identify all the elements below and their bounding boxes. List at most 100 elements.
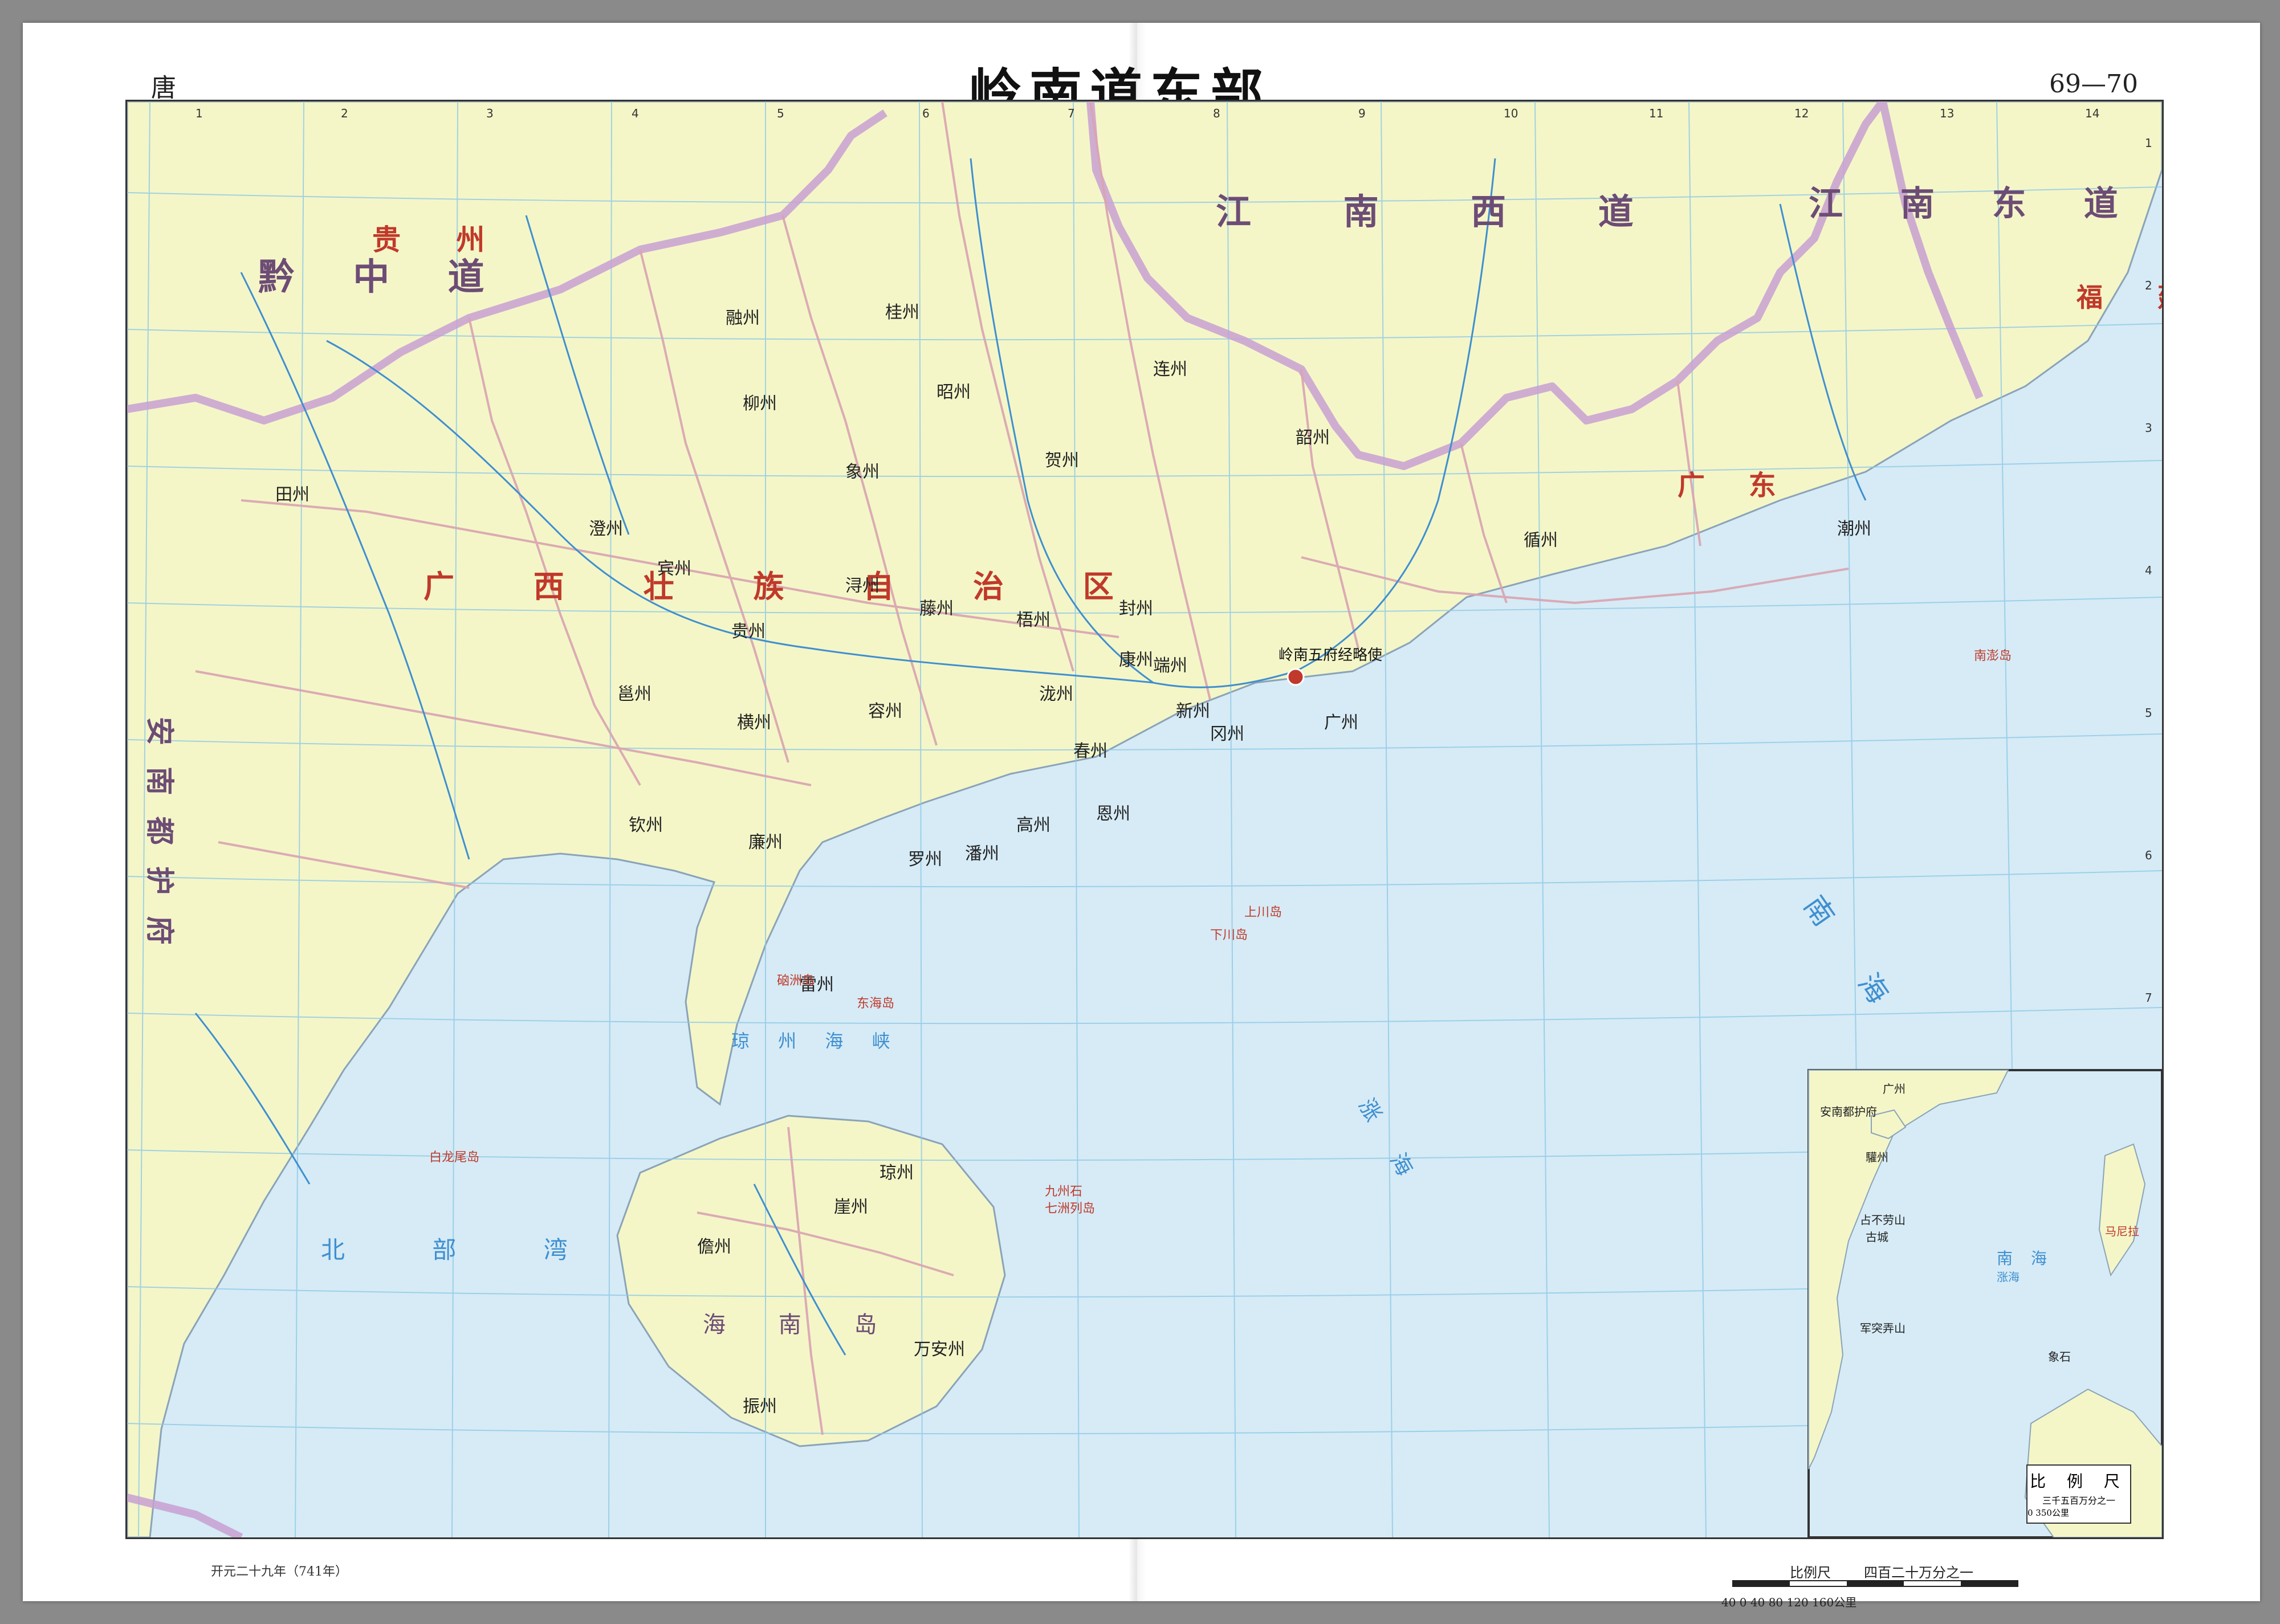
prefecture-gangzhou: 冈州 (1210, 724, 1244, 744)
prefecture-chunzhou: 春州 (1073, 741, 1108, 761)
row-number: 6 (2145, 848, 2152, 862)
sheet-number: 14 (2085, 107, 2099, 120)
prefecture-binzhou: 宾州 (657, 559, 691, 579)
sheet-number: 3 (486, 107, 494, 120)
island-nanpeng: 南澎岛 (1974, 649, 2012, 663)
row-number: 4 (2145, 564, 2152, 577)
prefecture-zhaozhou: 昭州 (937, 382, 971, 402)
prefecture-wananzhou: 万安州 (914, 1340, 965, 1360)
inset-scale-title: 比 例 尺 (2030, 1472, 2128, 1491)
prefecture-chaozhou: 潮州 (1837, 519, 1871, 539)
prefecture-danzhou: 儋州 (697, 1237, 731, 1257)
prefecture-fengzhou: 封州 (1119, 599, 1153, 619)
region-annam: 安 南 都 护 府 (143, 717, 176, 950)
sheet-number: 6 (922, 107, 930, 120)
prefecture-duanzhou: 端州 (1153, 656, 1187, 676)
prefecture-gaozhou: 高州 (1016, 815, 1051, 835)
sheet-number: 5 (777, 107, 784, 120)
prefecture-enzhou: 恩州 (1096, 804, 1130, 824)
island-naozhou: 硇洲岛 (777, 974, 815, 988)
prefecture-xiangzhou: 象州 (845, 462, 880, 482)
prefecture-guizhou: 桂州 (885, 303, 919, 323)
sheet-number: 1 (196, 107, 203, 120)
prefecture-liuzhou: 柳州 (743, 394, 777, 414)
capital-label: 岭南五府经略使 (1279, 647, 1382, 664)
region-guizhou: 贵 州 (372, 223, 507, 256)
sheet-number: 8 (1213, 107, 1220, 120)
region-guangxi: 广 西 壮 族 自 治 区 (424, 569, 1148, 605)
prefecture-hengzhou: 横州 (737, 713, 771, 733)
prefecture-yazhou: 崖州 (834, 1197, 868, 1217)
inset-scale-ratio: 三千五百万分之一 (2042, 1495, 2115, 1506)
map-frame: 123456789101112131412345678910 黔 中 道 江 南… (125, 100, 2164, 1539)
inset-label-xiangshi: 象石 (2048, 1350, 2071, 1364)
prefecture-longzhou: 泷州 (1039, 684, 1073, 704)
inset-label-hai: 海 (2031, 1249, 2047, 1268)
prefecture-tengzhou: 藤州 (919, 599, 954, 619)
prefecture-lianzhou: 廉州 (748, 833, 783, 852)
sheet-number: 13 (1940, 107, 1954, 120)
prefecture-xunzhou: 循州 (1524, 531, 1558, 550)
inset-label-manila: 马尼拉 (2105, 1225, 2139, 1238)
dynasty-label: 唐 (151, 74, 176, 103)
row-number: 5 (2145, 706, 2152, 720)
inset-label-nan: 南 (1997, 1249, 2013, 1268)
map-canvas: 123456789101112131412345678910 黔 中 道 江 南… (127, 101, 2162, 1537)
region-guangdong: 广 东 (1678, 470, 1793, 501)
island-xiachuan: 下川岛 (1210, 928, 1248, 942)
prefecture-shaozhou: 韶州 (1296, 428, 1330, 448)
north-gulf-label: 北 部 湾 (321, 1236, 608, 1264)
prefecture-hezhou: 贺州 (1045, 451, 1079, 471)
hainan-label: 海 南 岛 (703, 1312, 899, 1338)
prefecture-chengzhou: 澄州 (589, 519, 623, 539)
prefecture-xinzhou: 新州 (1176, 701, 1210, 721)
prefecture-qinzhou: 钦州 (629, 815, 663, 835)
prefecture-guizhou-gx: 贵州 (731, 622, 766, 642)
inset-label-huanzhou: 驩州 (1866, 1150, 1888, 1164)
strait-label: 琼 州 海 峡 (731, 1030, 902, 1052)
prefecture-tianzhou: 田州 (275, 485, 310, 505)
inset-label-guangzhou: 广州 (1883, 1082, 1906, 1096)
prefecture-rongzhou-north: 融州 (726, 308, 760, 328)
prefecture-zhenzhou: 振州 (743, 1397, 777, 1417)
island-qizhou: 七洲列岛 (1045, 1202, 1095, 1216)
region-jiangnan-west: 江 南 西 道 (1216, 191, 1674, 232)
inset-scale-bar: 0 350公里 (2027, 1508, 2069, 1518)
island-donghai: 东海岛 (857, 997, 894, 1011)
era-label: 开元二十九年（741年） (211, 1565, 348, 1579)
row-number: 3 (2145, 421, 2152, 435)
inset-label-annam: 安南都护府 (1820, 1105, 1877, 1119)
prefecture-lianzhou-north: 连州 (1153, 360, 1187, 380)
row-number: 7 (2145, 991, 2152, 1005)
island-shangchuan: 上川岛 (1244, 905, 1282, 920)
prefecture-xunzhou-gx: 浔州 (845, 576, 880, 596)
main-scale: 比例尺 四百二十万分之一 40 0 40 80 120 160公里 (1721, 1561, 2075, 1613)
prefecture-panzhou: 潘州 (965, 844, 999, 864)
inset-label-zhanghai: 涨海 (1997, 1270, 2020, 1284)
region-guizhong: 黔 中 道 (258, 256, 507, 299)
row-number: 1 (2145, 136, 2152, 150)
inset-scale-box: 比 例 尺 三千五百万分之一 0 350公里 (2026, 1464, 2131, 1524)
prefecture-kangzhou: 康州 (1119, 650, 1153, 670)
prefecture-qiongzhou: 琼州 (880, 1163, 914, 1183)
prefecture-rongzhou: 容州 (868, 701, 902, 721)
region-fujian: 福 建 (2076, 282, 2162, 313)
sheet-number: 4 (632, 107, 639, 120)
island-bailongwei: 白龙尾岛 (429, 1150, 479, 1165)
sheet-number: 7 (1068, 107, 1075, 120)
sheet-number: 9 (1358, 107, 1366, 120)
prefecture-guangzhou: 广州 (1324, 713, 1358, 733)
prefecture-luozhou: 罗州 (908, 850, 942, 870)
sheet-number: 2 (341, 107, 348, 120)
inset-label-juntu: 军突弄山 (1860, 1321, 1906, 1335)
inset-label-zhanbulao: 占不劳山 (1860, 1213, 1906, 1227)
island-jiuzhoushi: 九州石 (1045, 1185, 1082, 1199)
region-jiangnan-east: 江 南 东 道 (1809, 184, 2141, 224)
prefecture-yongzhou: 邕州 (617, 684, 652, 704)
sheet-number: 10 (1504, 107, 1518, 120)
sheet-number: 11 (1649, 107, 1663, 120)
sheet-number: 12 (1794, 107, 1809, 120)
atlas-page: 唐 岭南道东部 69—70 1 2 3 4 5 6 7 8 9 10 11 12… (23, 23, 2260, 1609)
inset-label-gucheng: 古城 (1866, 1230, 1888, 1244)
scale-numbers: 40 0 40 80 120 160公里 (1721, 1596, 1857, 1609)
